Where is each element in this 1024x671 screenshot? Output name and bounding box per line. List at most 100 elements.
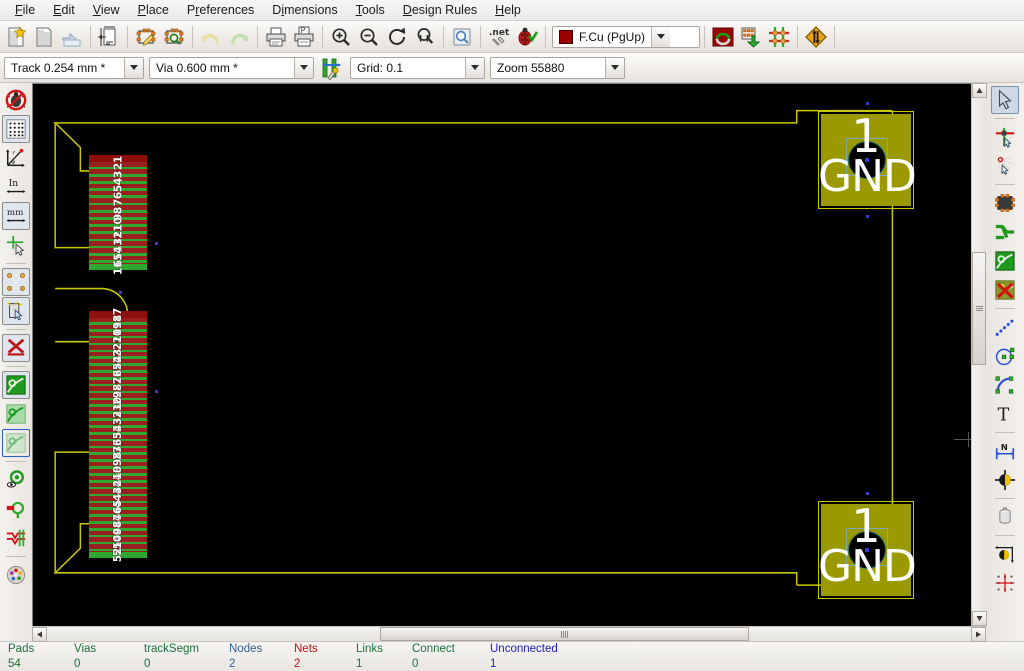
track-width-arrow[interactable] <box>124 58 143 78</box>
grid-selector-arrow[interactable] <box>465 58 484 78</box>
mode-track-icon[interactable] <box>737 23 765 51</box>
add-text-icon[interactable]: T <box>991 400 1019 428</box>
auto-track-width-icon[interactable] <box>319 55 345 81</box>
open-module-viewer-icon[interactable] <box>160 23 188 51</box>
pads-sketch-icon[interactable] <box>2 466 30 494</box>
show-module-ratsnest-icon[interactable] <box>2 297 30 325</box>
layer-selector-arrow[interactable] <box>651 27 670 47</box>
new-board-icon[interactable] <box>2 23 30 51</box>
status-label: Unconnected <box>490 642 600 656</box>
zoom-fit-icon[interactable] <box>411 23 439 51</box>
undo-icon[interactable] <box>197 23 225 51</box>
status-field-tracksegm: trackSegm 0 <box>144 642 229 671</box>
open-board-icon[interactable] <box>30 23 58 51</box>
show-zones-disable-icon[interactable] <box>2 429 30 457</box>
add-dimension-icon[interactable]: N <box>991 437 1019 465</box>
toolbar-separator <box>257 26 258 48</box>
track-width-selector[interactable]: Track 0.254 mm * <box>4 57 144 79</box>
mode-footprint-icon[interactable] <box>709 23 737 51</box>
menu-view[interactable]: View <box>84 1 129 20</box>
scrollbar-track[interactable] <box>47 627 971 641</box>
show-zones-outline-icon[interactable] <box>2 400 30 428</box>
toolbar-separator <box>995 118 1015 119</box>
canvas-vertical-scrollbar[interactable] <box>971 83 986 626</box>
layer-selector[interactable]: F.Cu (PgUp) <box>552 26 700 48</box>
netlist-icon[interactable]: .net <box>485 23 513 51</box>
status-value: 1 <box>356 657 412 671</box>
via-size-arrow[interactable] <box>294 58 313 78</box>
scrollbar-thumb[interactable] <box>380 627 750 641</box>
grid-origin-icon[interactable] <box>991 569 1019 597</box>
grid-selector[interactable]: Grid: 0.1 <box>350 57 485 79</box>
add-keepout-icon[interactable] <box>991 276 1019 304</box>
layer-manager-icon[interactable] <box>2 561 30 589</box>
show-zones-icon[interactable] <box>2 371 30 399</box>
drc-icon[interactable] <box>513 23 541 51</box>
plot-icon[interactable]: P <box>290 23 318 51</box>
add-track-icon[interactable] <box>991 218 1019 246</box>
via-size-selector[interactable]: Via 0.600 mm * <box>149 57 314 79</box>
menu-tools[interactable]: Tools <box>347 1 394 20</box>
gnd-module-top[interactable]: 1 GND <box>818 111 914 209</box>
vias-sketch-icon[interactable] <box>2 495 30 523</box>
select-tool-icon[interactable] <box>991 86 1019 114</box>
status-label: Links <box>356 642 412 656</box>
menu-place[interactable]: Place <box>129 1 178 20</box>
connector-pad-stack-2[interactable]: 1718192021222324252627282930313233343536… <box>89 311 147 558</box>
scrollbar-thumb[interactable] <box>972 252 986 365</box>
mode-module-icon[interactable] <box>765 23 793 51</box>
print-board-icon[interactable] <box>262 23 290 51</box>
polar-coords-icon[interactable]: r φ <box>2 144 30 172</box>
find-icon[interactable] <box>448 23 476 51</box>
cursor-shape-icon[interactable] <box>2 231 30 259</box>
menu-edit[interactable]: Edit <box>44 1 84 20</box>
grid-toggle-icon[interactable] <box>2 115 30 143</box>
offset-origin-icon[interactable] <box>991 540 1019 568</box>
menu-file[interactable]: File <box>6 1 44 20</box>
svg-text:φ: φ <box>11 160 15 166</box>
menu-dimensions[interactable]: Dimensions <box>263 1 346 20</box>
menu-preferences[interactable]: Preferences <box>178 1 263 20</box>
add-mire-icon[interactable] <box>991 466 1019 494</box>
toolbar-separator <box>480 26 481 48</box>
zoom-redraw-icon[interactable] <box>383 23 411 51</box>
scroll-up-button[interactable] <box>972 83 987 98</box>
units-mm-icon[interactable]: mm <box>2 202 30 230</box>
add-arc-icon[interactable] <box>991 371 1019 399</box>
add-zone-icon[interactable] <box>991 247 1019 275</box>
page-settings-icon[interactable] <box>95 23 123 51</box>
zoom-in-icon[interactable] <box>327 23 355 51</box>
tracks-sketch-icon[interactable] <box>2 524 30 552</box>
scroll-right-button[interactable] <box>971 627 986 642</box>
autoroute-off-icon[interactable] <box>2 334 30 362</box>
menu-design-rules[interactable]: Design Rules <box>394 1 486 20</box>
drc-off-icon[interactable] <box>2 86 30 114</box>
scroll-left-button[interactable] <box>32 627 47 642</box>
gnd-module-bottom[interactable]: 1 GND <box>818 501 914 599</box>
status-field-pads: Pads 54 <box>8 642 74 671</box>
menu-bar: File Edit View Place Preferences Dimensi… <box>0 0 1024 21</box>
menu-help[interactable]: Help <box>486 1 530 20</box>
units-inches-icon[interactable]: In <box>2 173 30 201</box>
delete-tool-icon[interactable] <box>991 503 1019 531</box>
pcb-canvas[interactable]: 12345678910111213141516 1718192021222324… <box>32 83 971 626</box>
scrollbar-track[interactable] <box>972 98 986 611</box>
show-ratsnest-icon[interactable] <box>2 268 30 296</box>
zoom-selector-arrow[interactable] <box>605 58 624 78</box>
local-ratsnest-icon[interactable] <box>991 152 1019 180</box>
status-field-unconnected: Unconnected 1 <box>490 642 600 671</box>
add-circle-icon[interactable] <box>991 342 1019 370</box>
scroll-down-button[interactable] <box>972 611 987 626</box>
add-dashed-line-icon[interactable] <box>991 313 1019 341</box>
canvas-horizontal-scrollbar[interactable] <box>32 626 986 641</box>
zoom-out-icon[interactable] <box>355 23 383 51</box>
zoom-selector[interactable]: Zoom 55880 <box>490 57 625 79</box>
connector-pad-stack-1[interactable]: 12345678910111213141516 <box>89 155 147 270</box>
toolbar-separator <box>90 26 91 48</box>
add-module-icon[interactable] <box>991 189 1019 217</box>
show-ratsnest-icon[interactable] <box>802 23 830 51</box>
redo-icon[interactable] <box>225 23 253 51</box>
save-board-icon[interactable] <box>58 23 86 51</box>
open-module-editor-icon[interactable] <box>132 23 160 51</box>
highlight-net-icon[interactable] <box>991 123 1019 151</box>
